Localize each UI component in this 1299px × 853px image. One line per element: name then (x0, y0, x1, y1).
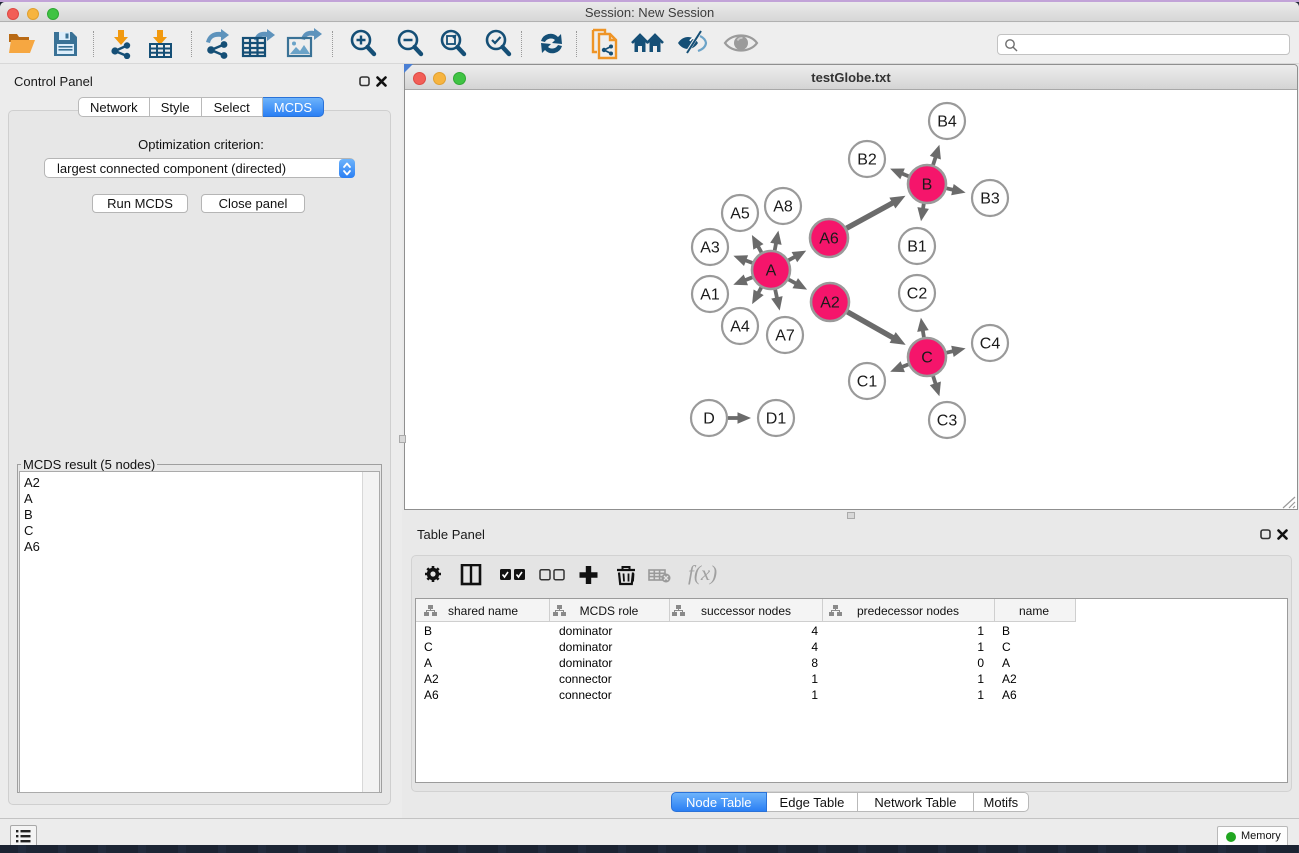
svg-text:D: D (703, 411, 715, 428)
svg-text:A: A (766, 263, 777, 280)
svg-text:A3: A3 (700, 240, 720, 257)
svg-text:B: B (922, 177, 933, 194)
svg-text:C4: C4 (980, 336, 1001, 353)
svg-text:A5: A5 (730, 206, 750, 223)
svg-text:B3: B3 (980, 191, 1000, 208)
svg-text:A6: A6 (819, 231, 839, 248)
svg-text:C3: C3 (937, 413, 958, 430)
svg-text:C: C (921, 350, 933, 367)
svg-text:A7: A7 (775, 328, 795, 345)
svg-text:A4: A4 (730, 319, 750, 336)
svg-text:C1: C1 (857, 374, 878, 391)
svg-text:A2: A2 (820, 295, 840, 312)
svg-text:C2: C2 (907, 286, 928, 303)
svg-text:B1: B1 (907, 239, 927, 256)
svg-text:B2: B2 (857, 152, 877, 169)
svg-text:D1: D1 (766, 411, 787, 428)
svg-text:A8: A8 (773, 199, 793, 216)
svg-text:B4: B4 (937, 114, 957, 131)
svg-text:A1: A1 (700, 287, 720, 304)
